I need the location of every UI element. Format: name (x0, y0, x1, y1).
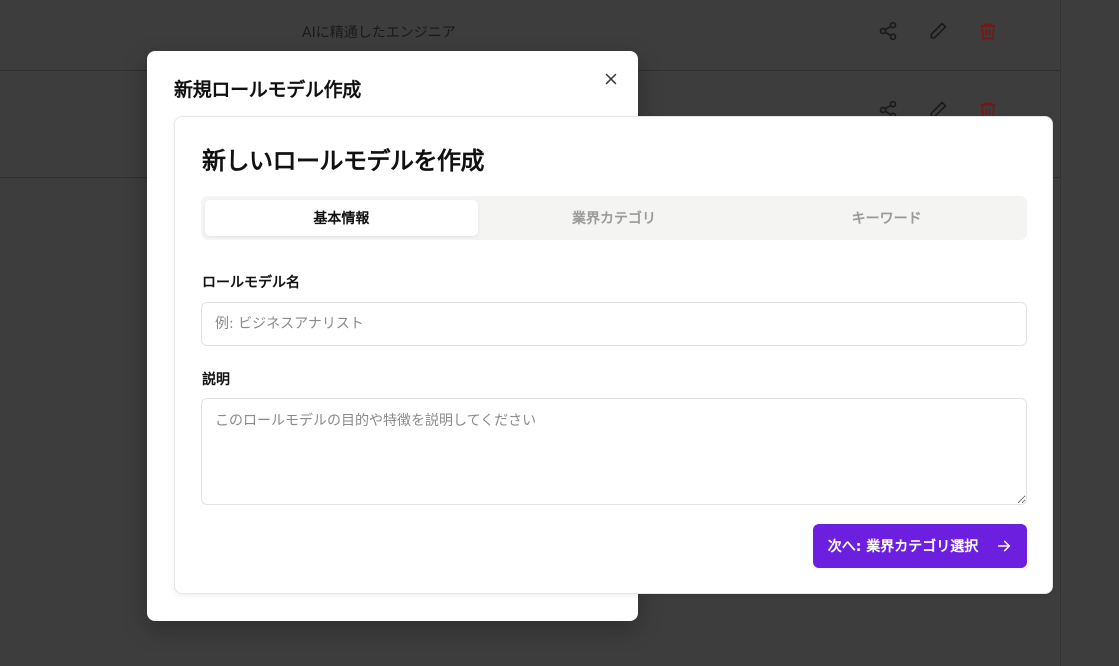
share-icon[interactable] (878, 21, 898, 41)
form-title: 新しいロールモデルを作成 (202, 147, 485, 175)
role-model-name-label: ロールモデル名 (202, 275, 300, 291)
description-textarea[interactable] (201, 398, 1027, 505)
tab-industry-category[interactable]: 業界カテゴリ (478, 200, 751, 236)
pencil-icon[interactable] (928, 21, 948, 41)
role-model-name-input[interactable] (201, 302, 1027, 346)
next-button-label: 次へ: 業界カテゴリ選択 (827, 539, 979, 555)
close-icon (605, 73, 617, 85)
close-button[interactable] (602, 70, 620, 88)
list-item-actions (878, 21, 998, 41)
tab-keywords[interactable]: キーワード (750, 200, 1023, 236)
tab-basic-info[interactable]: 基本情報 (205, 200, 478, 236)
arrow-right-icon (998, 540, 1011, 552)
page-divider (1060, 0, 1061, 666)
role-model-form-card: 新しいロールモデルを作成 基本情報 業界カテゴリ キーワード ロールモデル名 説… (174, 116, 1053, 594)
dialog-title: 新規ロールモデル作成 (174, 79, 362, 101)
form-tabs: 基本情報 業界カテゴリ キーワード (201, 196, 1027, 240)
trash-icon[interactable] (978, 21, 998, 41)
description-label: 説明 (202, 372, 230, 388)
list-item-title: AIに精通したエンジニア (302, 25, 456, 41)
next-industry-category-button[interactable]: 次へ: 業界カテゴリ選択 (813, 524, 1027, 568)
